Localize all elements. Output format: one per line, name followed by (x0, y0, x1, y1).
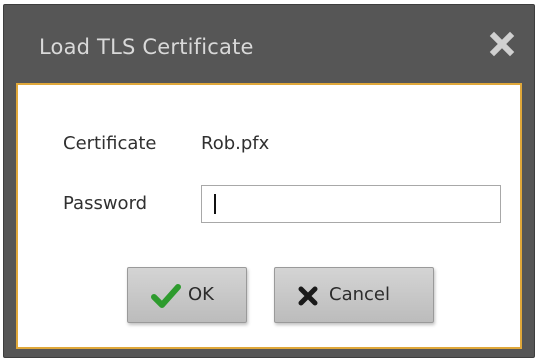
dialog-content: Certificate Rob.pfx Password OK Cancel (16, 83, 522, 349)
cancel-button-label: Cancel (329, 284, 390, 305)
close-icon (489, 31, 515, 57)
cancel-button[interactable]: Cancel (274, 267, 434, 323)
x-icon (298, 286, 318, 306)
text-caret (214, 194, 216, 214)
close-button[interactable] (487, 29, 517, 59)
dialog-title: Load TLS Certificate (39, 35, 254, 59)
ok-button[interactable]: OK (127, 267, 247, 323)
load-tls-certificate-dialog: Load TLS Certificate Certificate Rob.pfx… (3, 4, 535, 358)
password-label: Password (63, 193, 148, 214)
certificate-label: Certificate (63, 133, 157, 154)
ok-button-label: OK (188, 284, 214, 305)
certificate-value: Rob.pfx (201, 133, 270, 154)
dialog-titlebar: Load TLS Certificate (4, 5, 534, 83)
checkmark-icon (151, 284, 181, 308)
password-field[interactable] (201, 185, 501, 223)
